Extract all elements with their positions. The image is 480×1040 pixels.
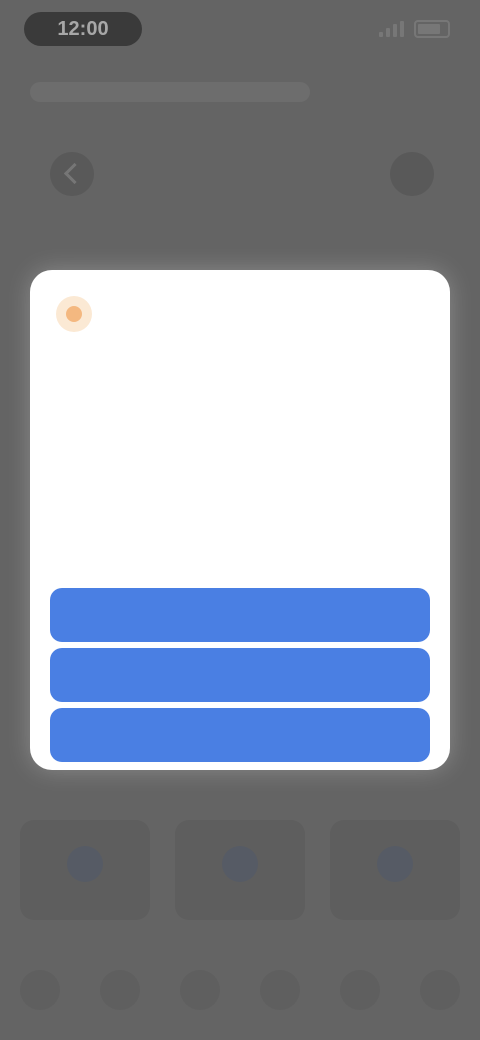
dialog-button-second[interactable] — [50, 648, 430, 702]
dialog-button-group — [50, 588, 430, 762]
dialog-button-first[interactable] — [50, 588, 430, 642]
dialog-button-third[interactable] — [50, 708, 430, 762]
app-icon — [56, 296, 92, 332]
permission-dialog — [30, 270, 450, 770]
